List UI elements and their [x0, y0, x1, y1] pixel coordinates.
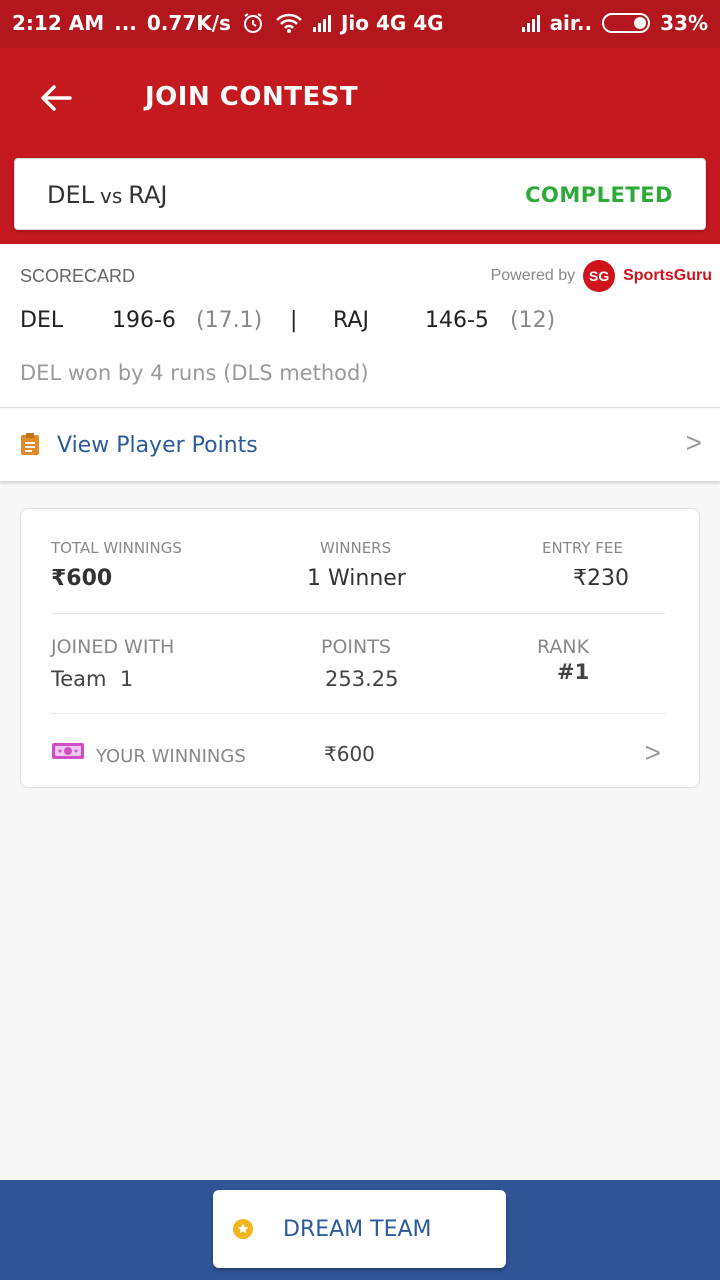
- rank-label: RANK: [537, 636, 590, 658]
- money-icon: [52, 743, 84, 759]
- total-winnings-value: ₹600: [51, 566, 113, 591]
- divider: [51, 613, 665, 614]
- score-team-1-runs: 196-6: [112, 308, 176, 333]
- points-value: 253.25: [325, 667, 399, 691]
- app-header: JOIN CONTEST DEL vs RAJ COMPLETED: [0, 48, 720, 244]
- score-team-2-overs: (12): [510, 308, 556, 333]
- divider: [51, 713, 665, 714]
- status-right: air.. 33%: [521, 11, 708, 35]
- match-team-1: DEL: [47, 181, 95, 209]
- clipboard-icon: [21, 433, 39, 455]
- signal-icon: [312, 14, 331, 32]
- wifi-icon: [276, 13, 302, 33]
- battery-level: 33%: [660, 11, 708, 35]
- view-player-points-link[interactable]: View Player Points: [57, 433, 258, 458]
- status-dots: ...: [114, 11, 137, 35]
- match-result: DEL won by 4 runs (DLS method): [20, 361, 369, 385]
- rank-value: #1: [557, 660, 590, 684]
- total-winnings-label: TOTAL WINNINGS: [51, 539, 182, 557]
- winners-value: 1 Winner: [307, 566, 406, 591]
- status-time: 2:12 AM: [12, 11, 105, 35]
- chevron-right-icon[interactable]: >: [686, 427, 702, 459]
- match-vs: vs: [100, 184, 123, 208]
- dream-team-label: DREAM TEAM: [283, 1217, 432, 1242]
- match-name: DEL vs RAJ: [47, 181, 167, 209]
- joined-with-label: JOINED WITH: [51, 636, 175, 658]
- match-card: DEL vs RAJ COMPLETED: [14, 158, 706, 230]
- sportsguru-logo-icon: SG: [583, 260, 616, 292]
- alarm-icon: [243, 13, 262, 33]
- carrier-1: Jio 4G 4G: [340, 11, 444, 35]
- contest-card: TOTAL WINNINGS ₹600 WINNERS 1 Winner ENT…: [20, 508, 700, 788]
- dream-team-button[interactable]: DREAM TEAM: [213, 1190, 506, 1268]
- arrow-left-icon[interactable]: [36, 78, 76, 118]
- powered-by-text: Powered by: [490, 267, 576, 284]
- score-separator: |: [290, 308, 298, 333]
- entry-fee-value: ₹230: [573, 566, 629, 591]
- score-team-1-overs: (17.1): [196, 308, 263, 333]
- carrier-2: air..: [549, 11, 593, 35]
- scorecard-label: SCORECARD: [20, 266, 136, 286]
- scorecard-section: SCORECARD Powered by SG SportsGuru DEL 1…: [0, 244, 720, 408]
- points-label: POINTS: [321, 636, 391, 658]
- your-winnings-label: YOUR WINNINGS: [96, 746, 246, 767]
- star-icon: [233, 1219, 253, 1239]
- status-bar: 2:12 AM ... 0.77K/s Jio 4G 4G air.. 33%: [0, 0, 720, 48]
- score-team-2-runs: 146-5: [425, 308, 489, 333]
- battery-icon: [602, 13, 651, 33]
- match-team-2: RAJ: [128, 181, 168, 209]
- powered-by: Powered by SG SportsGuru: [491, 260, 712, 292]
- bottom-bar: DREAM TEAM: [0, 1180, 720, 1280]
- joined-with-value: Team 1: [51, 667, 134, 691]
- status-left: 2:12 AM ... 0.77K/s Jio 4G 4G: [12, 11, 444, 35]
- match-status-badge: COMPLETED: [525, 183, 673, 207]
- chevron-right-icon[interactable]: >: [645, 737, 661, 769]
- winners-label: WINNERS: [320, 539, 392, 557]
- entry-fee-label: ENTRY FEE: [542, 539, 623, 557]
- score-row: DEL 196-6 (17.1) | RAJ 146-5 (12): [20, 308, 700, 338]
- your-winnings-value: ₹600: [324, 742, 375, 766]
- provider-name: SportsGuru: [623, 267, 712, 284]
- signal-icon-2: [521, 14, 540, 32]
- score-team-1: DEL: [20, 308, 64, 333]
- score-team-2: RAJ: [333, 308, 369, 333]
- page-title: JOIN CONTEST: [145, 82, 359, 112]
- status-speed: 0.77K/s: [146, 11, 231, 35]
- view-player-points-row[interactable]: View Player Points >: [0, 409, 720, 481]
